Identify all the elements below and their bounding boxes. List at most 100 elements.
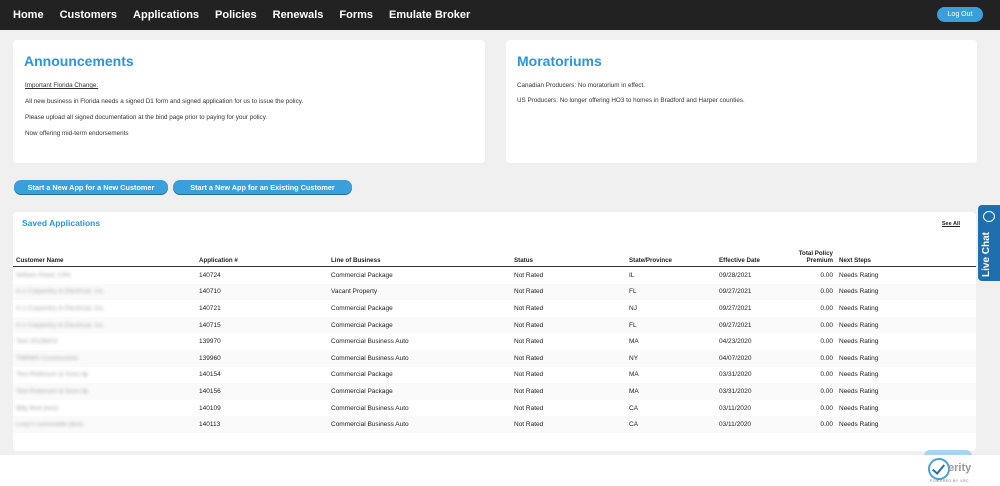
- state-cell: CA: [626, 416, 716, 433]
- table-row[interactable]: Test Robinson & Sons llp 140154 Commercial…: [13, 367, 976, 384]
- line-of-business-cell: Vacant Property: [328, 283, 511, 301]
- status-cell: Not Rated: [511, 416, 626, 433]
- status-cell: Not Rated: [511, 316, 626, 334]
- checkmark-icon: [928, 458, 950, 480]
- customer-name-text: A-1 Carpentry & Electrical, Inc.: [16, 304, 105, 312]
- table-row[interactable]: Test 2019MA3 139970 Commercial Business Au…: [13, 333, 976, 350]
- customer-name-cell[interactable]: William Reed, CPA: [13, 267, 196, 284]
- col-application-number[interactable]: Application #: [196, 242, 328, 267]
- line-of-business-cell: Commercial Package: [328, 316, 511, 334]
- table-row[interactable]: A-1 Carpentry & Electrical, Inc. 140721 Co…: [13, 300, 976, 317]
- nav-renewals[interactable]: Renewals: [273, 9, 324, 21]
- customer-name-text: TMRMS Construction: [16, 354, 79, 362]
- customer-name-text: William Reed, CPA: [16, 271, 71, 279]
- customer-name-cell[interactable]: Test Robinson & Sons llp: [13, 383, 196, 400]
- line-of-business-cell: Commercial Business Auto: [331, 404, 409, 412]
- next-steps-cell: Needs Rating: [836, 383, 976, 400]
- effective-date-cell: 03/31/2020: [719, 371, 752, 379]
- col-total-policy-premium[interactable]: Total Policy Premium: [784, 242, 836, 267]
- customer-name-cell[interactable]: A-1 Carpentry & Electrical, Inc.: [13, 316, 196, 334]
- premium-cell: 0.00: [820, 404, 833, 412]
- customer-name-cell[interactable]: A-1 Carpentry & Electrical, Inc.: [13, 300, 196, 317]
- application-number-cell[interactable]: 140721: [196, 300, 328, 317]
- customer-name-cell[interactable]: Billy Bob (test): [13, 400, 196, 417]
- application-number-cell[interactable]: 139970: [196, 333, 328, 350]
- saved-applications-panel: Saved Applications See All Customer Name…: [13, 212, 976, 451]
- premium-cell: 0.00: [784, 349, 836, 367]
- new-app-existing-customer-button[interactable]: Start a New App for an Existing Customer: [173, 180, 352, 194]
- chat-bubble-icon: [983, 211, 995, 222]
- verity-logo: erity POWERED BY VRC: [928, 458, 988, 484]
- customer-name-text: A-1 Carpentry & Electrical, Inc.: [16, 288, 105, 296]
- table-row[interactable]: Lucy's Lemonade (test) 140113 Commercial B…: [13, 416, 976, 433]
- live-chat-tab[interactable]: Live Chat: [978, 205, 1000, 281]
- col-status[interactable]: Status: [511, 242, 626, 267]
- announcement-line: Important Florida Change:: [25, 82, 99, 89]
- state-cell: CA: [629, 404, 639, 412]
- announcement-line: Please upload all signed documentation a…: [25, 114, 268, 121]
- col-state-province[interactable]: State/Province: [626, 242, 716, 267]
- premium-cell: 0.00: [820, 304, 833, 312]
- status-cell: Not Rated: [514, 371, 544, 379]
- effective-date-cell: 09/27/2021: [719, 304, 752, 312]
- moratoriums-panel: Moratoriums Canadian Producers: No morat…: [506, 40, 977, 163]
- table-row[interactable]: TMRMS Construction 139960 Commercial Busin…: [13, 349, 976, 367]
- top-nav: Home Customers Applications Policies Ren…: [0, 0, 1000, 30]
- next-steps-cell: Needs Rating: [839, 304, 879, 312]
- effective-date-cell: 04/23/2020: [719, 338, 752, 346]
- logout-button[interactable]: Log Out: [937, 7, 983, 22]
- saved-applications-table: Customer Name Application # Line of Busi…: [13, 242, 976, 433]
- table-row[interactable]: A-1 Carpentry & Electrical, Inc. 140715 Co…: [13, 316, 976, 334]
- effective-date-cell: 09/28/2021: [719, 271, 752, 279]
- application-number-cell[interactable]: 140109: [196, 400, 328, 417]
- customer-name-cell[interactable]: TMRMS Construction: [13, 349, 196, 367]
- application-number-cell[interactable]: 140113: [196, 416, 328, 433]
- announcement-line: All new business in Florida needs a sign…: [25, 98, 304, 105]
- premium-cell: 0.00: [784, 316, 836, 334]
- nav-forms[interactable]: Forms: [339, 9, 373, 21]
- col-next-steps[interactable]: Next Steps: [836, 242, 976, 267]
- application-number-cell[interactable]: 140724: [196, 267, 328, 284]
- table-row[interactable]: Billy Bob (test) 140109 Commercial Busines…: [13, 400, 976, 417]
- application-number-cell[interactable]: 140710: [196, 283, 328, 301]
- line-of-business-cell: Commercial Business Auto: [328, 349, 511, 367]
- saved-applications-title: Saved Applications: [22, 218, 101, 228]
- table-row[interactable]: William Reed, CPA 140724 Commercial Packag…: [13, 267, 976, 284]
- nav-emulate-broker[interactable]: Emulate Broker: [389, 9, 470, 21]
- customer-name-cell[interactable]: Lucy's Lemonade (test): [13, 416, 196, 433]
- col-line-of-business[interactable]: Line of Business: [328, 242, 511, 267]
- logo-word: erity: [948, 462, 972, 474]
- new-app-new-customer-button[interactable]: Start a New App for a New Customer: [14, 180, 168, 194]
- application-number-cell[interactable]: 140154: [196, 367, 328, 384]
- premium-cell: 0.00: [784, 283, 836, 301]
- nav-applications[interactable]: Applications: [133, 9, 199, 21]
- premium-cell: 0.00: [820, 338, 833, 346]
- customer-name-cell[interactable]: Test Robinson & Sons llp: [13, 367, 196, 384]
- status-cell: Not Rated: [511, 383, 626, 400]
- next-steps-cell: Needs Rating: [839, 271, 879, 279]
- application-number-cell[interactable]: 139960: [196, 349, 328, 367]
- footer: [0, 455, 1000, 486]
- col-effective-date[interactable]: Effective Date: [716, 242, 784, 267]
- line-of-business-cell: Commercial Package: [331, 371, 393, 379]
- nav-policies[interactable]: Policies: [215, 9, 257, 21]
- nav-home[interactable]: Home: [13, 9, 44, 21]
- nav-customers[interactable]: Customers: [60, 9, 117, 21]
- status-cell: Not Rated: [514, 404, 544, 412]
- customer-name-cell[interactable]: A-1 Carpentry & Electrical, Inc.: [13, 283, 196, 301]
- moratorium-line: Canadian Producers: No moratorium in eff…: [517, 82, 645, 89]
- announcements-panel: Announcements Important Florida Change: …: [13, 40, 485, 163]
- see-all-link[interactable]: See All: [942, 221, 960, 227]
- announcements-title: Announcements: [24, 53, 134, 69]
- customer-name-cell[interactable]: Test 2019MA3: [13, 333, 196, 350]
- premium-cell: 0.00: [820, 271, 833, 279]
- col-customer-name[interactable]: Customer Name: [13, 242, 196, 267]
- effective-date-cell: 09/27/2021: [716, 283, 784, 301]
- line-of-business-cell: Commercial Package: [331, 271, 393, 279]
- line-of-business-cell: Commercial Business Auto: [331, 338, 409, 346]
- application-number-cell[interactable]: 140156: [196, 383, 328, 400]
- announcements-body: Important Florida Change: All new busine…: [25, 82, 303, 146]
- table-row[interactable]: A-1 Carpentry & Electrical, Inc. 140710 Va…: [13, 283, 976, 301]
- application-number-cell[interactable]: 140715: [196, 316, 328, 334]
- table-row[interactable]: Test Robinson & Sons llp 140156 Commercial…: [13, 383, 976, 400]
